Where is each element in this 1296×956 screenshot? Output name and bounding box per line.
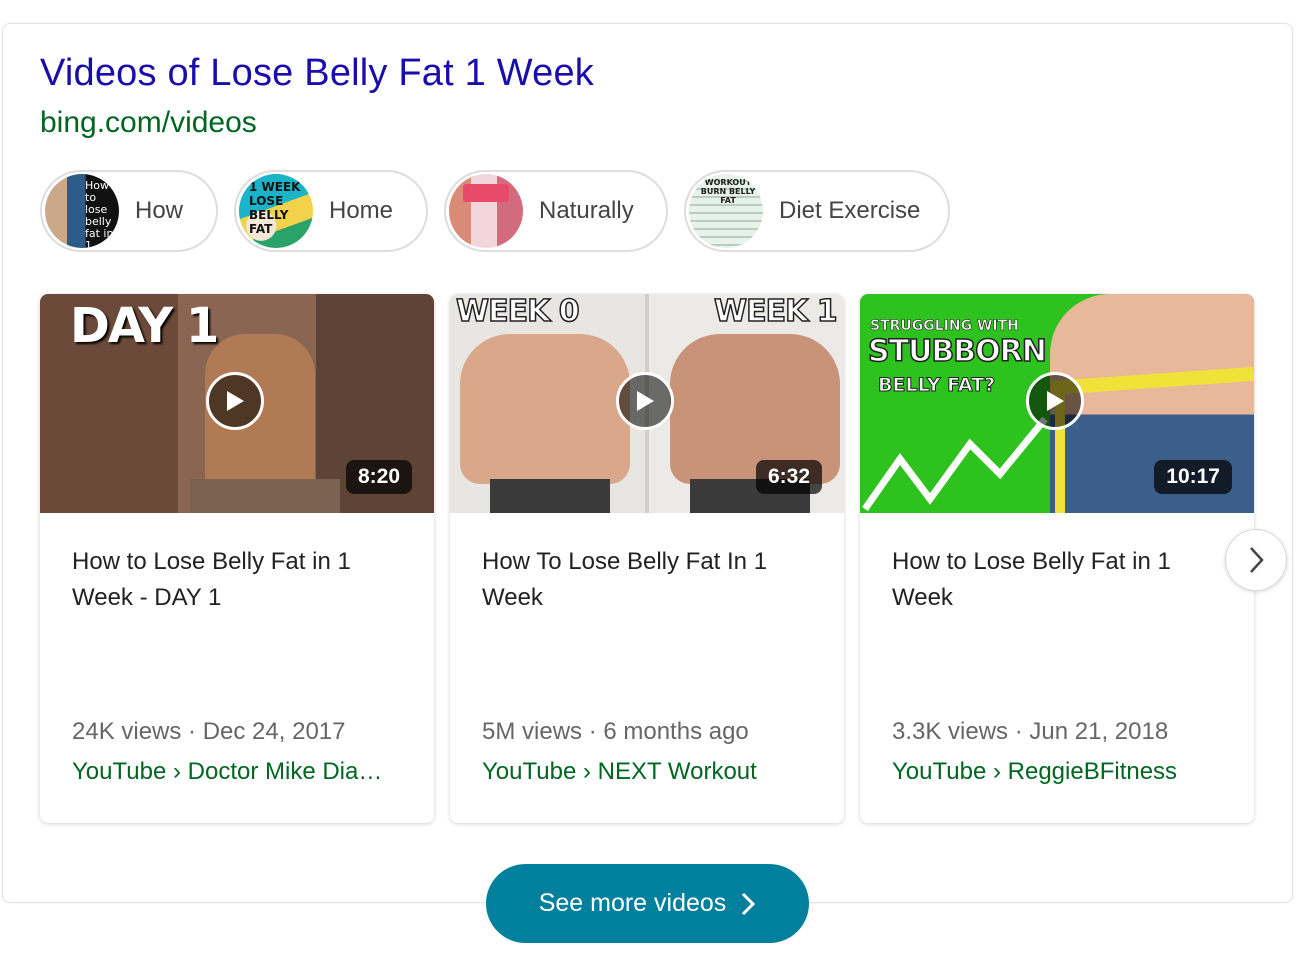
play-icon[interactable] [616,372,674,430]
play-icon[interactable] [1026,372,1084,430]
video-meta: 5M views · 6 months ago [482,718,749,745]
thumb-overlay-line3: BELLY FAT? [877,374,996,397]
chip-naturally[interactable]: Naturally [444,170,668,252]
video-duration: 10:17 [1154,460,1232,494]
video-duration: 6:32 [755,460,822,494]
chip-home[interactable]: 1 WEEK LOSE BELLY FAT Home [234,170,428,252]
video-source[interactable]: YouTube › Doctor Mike Dia… [72,758,412,786]
chip-diet-exercise[interactable]: WORKOUT BURN BELLY FAT Diet Exercise [684,170,950,252]
video-meta: 24K views · Dec 24, 2017 [72,718,346,745]
chip-thumbnail: WORKOUT BURN BELLY FAT [689,174,763,248]
chip-thumb-text: WORKOUT BURN BELLY FAT [700,178,756,205]
see-more-label: See more videos [538,889,727,917]
play-icon[interactable] [206,372,264,430]
video-title[interactable]: How to Lose Belly Fat in 1 Week [892,544,1232,616]
video-title[interactable]: How To Lose Belly Fat In 1 Week [482,544,822,616]
video-title[interactable]: How to Lose Belly Fat in 1 Week - DAY 1 [72,544,412,616]
video-source[interactable]: YouTube › NEXT Workout [482,758,822,786]
video-card-3[interactable]: STRUGGLING WITH STUBBORN BELLY FAT? 10:1… [860,294,1254,823]
thumb-overlay-left: WEEK 0 [455,294,580,330]
video-card-1[interactable]: DAY 1 8:20 How to Lose Belly Fat in 1 We… [40,294,434,823]
video-thumbnail[interactable]: STRUGGLING WITH STUBBORN BELLY FAT? 10:1… [860,294,1254,513]
next-button[interactable] [1225,529,1287,591]
chevron-right-icon [742,892,756,915]
video-meta: 3.3K views · Jun 21, 2018 [892,718,1169,745]
video-card-2[interactable]: WEEK 0 WEEK 1 6:32 How To Lose Belly Fat… [450,294,844,823]
see-more-videos-button[interactable]: See more videos [486,864,809,943]
thumb-overlay-right: WEEK 1 [713,294,838,330]
thumb-overlay-text: DAY 1 [70,298,219,354]
chip-thumbnail: 1 WEEK LOSE BELLY FAT [239,174,313,248]
chip-thumb-text: How to lose belly fat in 1 week [85,179,114,249]
video-source[interactable]: YouTube › ReggieBFitness [892,758,1232,786]
chip-thumb-text: 1 WEEK LOSE BELLY FAT [249,180,301,236]
chip-label: Naturally [539,197,634,224]
video-thumbnail[interactable]: DAY 1 8:20 [40,294,434,513]
chip-label: How [135,197,184,224]
section-title-link[interactable]: Videos of Lose Belly Fat 1 Week [40,52,594,95]
chip-thumbnail [449,174,523,248]
chip-label: Home [329,197,394,224]
chevron-right-icon [1250,547,1264,573]
chip-how[interactable]: How to lose belly fat in 1 week How [40,170,218,252]
thumb-overlay-line1: STRUGGLING WITH [870,318,1020,335]
chip-thumbnail: How to lose belly fat in 1 week [45,174,119,248]
chip-label: Diet Exercise [779,197,921,224]
thumb-overlay-line2: STUBBORN [867,333,1047,370]
source-url: bing.com/videos [40,106,257,139]
video-thumbnail[interactable]: WEEK 0 WEEK 1 6:32 [450,294,844,513]
video-duration: 8:20 [345,460,412,494]
